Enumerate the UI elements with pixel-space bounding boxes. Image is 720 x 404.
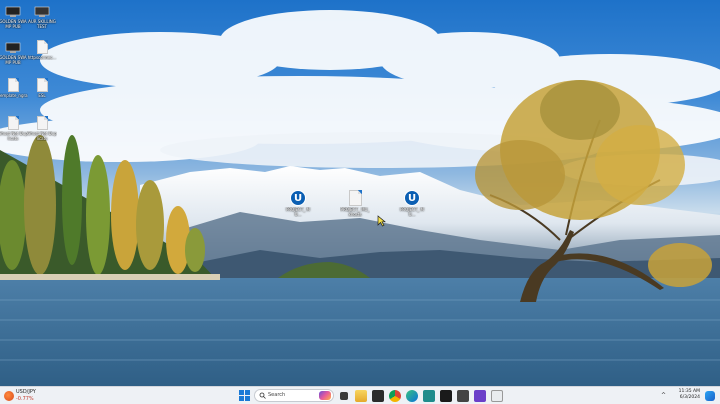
desktop-icon-unreal-project-1[interactable]: U PROJECT_ MU...: [283, 190, 313, 217]
document-icon: [7, 78, 19, 92]
desktop-icon-pc-2[interactable]: AUR SKILLING TEST: [27, 6, 57, 29]
desktop-icon-file-2[interactable]: template_ngra: [0, 78, 28, 98]
app-purple-icon[interactable]: [474, 390, 486, 402]
file-explorer-icon[interactable]: [355, 390, 367, 402]
computer-icon: [5, 42, 21, 53]
epic-games-icon[interactable]: [440, 390, 452, 402]
snipping-tool-icon[interactable]: [491, 390, 503, 402]
microsoft-store-icon[interactable]: [372, 390, 384, 402]
app-dark-icon[interactable]: [457, 390, 469, 402]
unreal-engine-icon: U: [290, 190, 306, 206]
document-icon: [36, 116, 48, 130]
document-icon: [7, 116, 19, 130]
unreal-engine-icon: U: [404, 190, 420, 206]
notification-icon[interactable]: [705, 391, 715, 401]
chrome-icon[interactable]: [389, 390, 401, 402]
document-icon: [36, 78, 48, 92]
desktop-icon-label: PROJECT_ MU...: [285, 207, 310, 217]
desktop-icon-label: Ghost Net Duplicats: [0, 131, 28, 141]
app-teal-icon[interactable]: [423, 390, 435, 402]
desktop-icon-label: AUR SKILLING TEST: [28, 19, 56, 29]
ticker-change: -0.77%: [16, 396, 34, 402]
desktop-icon-file-3[interactable]: ESL: [27, 78, 57, 98]
clock[interactable]: 11:35 AM 6/3/2024: [679, 389, 700, 401]
mouse-cursor-icon: [377, 215, 386, 227]
ticker-title: USD/JPY: [16, 389, 36, 395]
clock-date: 6/3/2024: [679, 395, 700, 400]
desktop-icon-label: template_ngra: [0, 93, 28, 98]
edge-icon[interactable]: [406, 390, 418, 402]
task-view-icon[interactable]: [340, 392, 348, 400]
document-icon: [36, 40, 48, 54]
search-highlight-icon: [319, 391, 331, 400]
windows-logo-icon: [239, 390, 244, 395]
desktop-icon-file-5[interactable]: Ghost Net Duplicats: [27, 116, 57, 141]
search-icon: [259, 392, 266, 399]
start-button[interactable]: [239, 390, 251, 402]
desktop-icon-label: GOLDEN SWAMP PUB: [0, 55, 27, 65]
desktop-icon-file-4[interactable]: Ghost Net Duplicats: [0, 116, 28, 141]
taskbar: USD/JPY -0.77% Search ^ 11:35 AM 6/3/202…: [0, 386, 720, 404]
windows-logo-icon-part: [239, 396, 244, 401]
search-placeholder: Search: [268, 392, 286, 398]
desktop-icon-pc-1[interactable]: GOLDEN SWAMP PUB: [0, 6, 28, 29]
computer-icon: [5, 6, 21, 17]
desktop-icon-label: GOLDEN SWAMP PUB: [0, 19, 27, 29]
desktop-icon-label: PROJECT_ MU_xhosts: [340, 207, 370, 217]
windows-logo-icon-part: [245, 396, 250, 401]
desktop-icon-label: Ghost Net Duplicats: [27, 131, 57, 141]
taskbar-search[interactable]: Search: [254, 389, 334, 402]
desktop-icon-unreal-project-2[interactable]: U PROJECT_ MU...: [397, 190, 427, 217]
desktop-icon-label: PROJECT_ MU...: [399, 207, 424, 217]
computer-icon: [34, 6, 50, 17]
desktop-icon-label: ESL: [38, 93, 46, 98]
currency-widget-icon: [4, 391, 14, 401]
desktop-icon-file-1[interactable]: httpsconnec...: [27, 40, 57, 60]
chevron-up-icon[interactable]: ^: [661, 392, 666, 399]
desktop-icon-project-file[interactable]: PROJECT_ MU_xhosts: [340, 190, 370, 217]
windows-logo-icon-part: [245, 390, 250, 395]
desktop-icon-pc-3[interactable]: GOLDEN SWAMP PUB: [0, 42, 28, 65]
document-icon: [348, 190, 362, 206]
desktop-icon-label: httpsconnec...: [27, 55, 57, 60]
